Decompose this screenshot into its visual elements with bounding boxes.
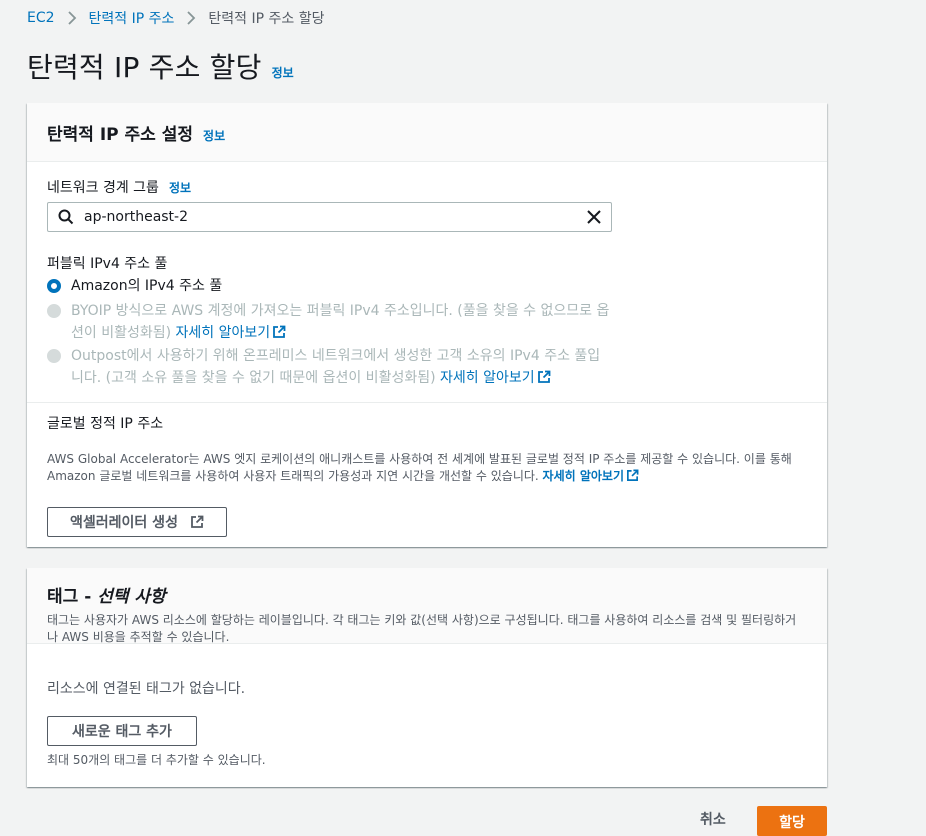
add-tag-button[interactable]: 새로운 태그 추가	[47, 716, 197, 746]
chevron-right-icon	[174, 10, 208, 26]
global-learn-more-link[interactable]: 자세히 알아보기	[543, 469, 639, 483]
tags-limit-text: 최대 50개의 태그를 더 추가할 수 있습니다.	[47, 753, 266, 767]
tags-panel-header: 태그 - 선택 사항 태그는 사용자가 AWS 리소스에 할당하는 레이블입니다…	[27, 568, 827, 644]
network-border-group-label: 네트워크 경계 그룹	[47, 180, 159, 196]
section-divider	[27, 402, 827, 403]
radio-button-disabled	[47, 304, 61, 318]
search-icon	[58, 209, 74, 229]
external-link-icon	[537, 370, 551, 383]
tags-panel-title: 태그 - 선택 사항	[47, 587, 166, 607]
create-accelerator-button[interactable]: 액셀러레이터 생성	[47, 507, 227, 537]
chevron-right-icon	[55, 10, 89, 26]
breadcrumb-ec2[interactable]: EC2	[27, 10, 55, 26]
elastic-ip-settings-panel: 탄력적 IP 주소 설정 정보 네트워크 경계 그룹 정보 퍼블릭 IPv4 주…	[27, 103, 827, 547]
ipv4-pool-label: 퍼블릭 IPv4 주소 풀	[47, 256, 168, 272]
external-link-icon	[191, 515, 204, 528]
global-static-ip-label: 글로벌 정적 IP 주소	[47, 416, 164, 432]
network-border-group-label-row: 네트워크 경계 그룹 정보	[47, 177, 191, 197]
breadcrumb-elastic-ips[interactable]: 탄력적 IP 주소	[89, 8, 175, 28]
outpost-learn-more-link[interactable]: 자세히 알아보기	[440, 370, 551, 386]
radio-amazon-pool[interactable]: Amazon의 IPv4 주소 풀	[47, 275, 222, 297]
cancel-button[interactable]: 취소	[700, 809, 726, 829]
external-link-icon	[273, 325, 286, 338]
settings-panel-header: 탄력적 IP 주소 설정 정보	[27, 103, 827, 162]
radio-button-selected[interactable]	[47, 279, 61, 293]
external-link-icon	[627, 469, 639, 481]
global-accelerator-description: AWS Global Accelerator는 AWS 엣지 로케이션의 애니캐…	[47, 452, 792, 483]
network-border-group-info-link[interactable]: 정보	[169, 179, 191, 196]
radio-byoip-pool-label: BYOIP 방식으로 AWS 계정에 가져오는 퍼블릭 IPv4 주소입니다. …	[71, 303, 610, 341]
clear-icon[interactable]	[586, 209, 602, 229]
page-title: 탄력적 IP 주소 할당	[27, 51, 262, 84]
radio-button-disabled	[47, 349, 61, 363]
page-header: 탄력적 IP 주소 할당 정보	[27, 46, 294, 86]
radio-amazon-pool-label: Amazon의 IPv4 주소 풀	[71, 278, 223, 294]
allocate-button[interactable]: 할당	[757, 806, 827, 836]
tags-description: 태그는 사용자가 AWS 리소스에 할당하는 레이블입니다. 각 태그는 키와 …	[47, 613, 797, 644]
tags-panel: 태그 - 선택 사항 태그는 사용자가 AWS 리소스에 할당하는 레이블입니다…	[27, 568, 827, 787]
page-info-link[interactable]: 정보	[272, 64, 294, 81]
breadcrumb: EC2 탄력적 IP 주소 탄력적 IP 주소 할당	[27, 8, 325, 28]
byoip-learn-more-link[interactable]: 자세히 알아보기	[176, 325, 287, 341]
breadcrumb-current: 탄력적 IP 주소 할당	[208, 11, 325, 27]
network-border-group-input[interactable]	[82, 205, 572, 229]
network-border-group-search[interactable]	[47, 202, 612, 232]
settings-panel-title: 탄력적 IP 주소 설정	[47, 125, 194, 145]
radio-outpost-pool: Outpost에서 사용하기 위해 온프레미스 네트워크에서 생성한 고객 소유…	[47, 345, 611, 389]
settings-info-link[interactable]: 정보	[203, 127, 225, 144]
radio-outpost-pool-label: Outpost에서 사용하기 위해 온프레미스 네트워크에서 생성한 고객 소유…	[71, 348, 601, 386]
radio-byoip-pool: BYOIP 방식으로 AWS 계정에 가져오는 퍼블릭 IPv4 주소입니다. …	[47, 300, 611, 344]
tags-empty-message: 리소스에 연결된 태그가 없습니다.	[47, 681, 246, 697]
